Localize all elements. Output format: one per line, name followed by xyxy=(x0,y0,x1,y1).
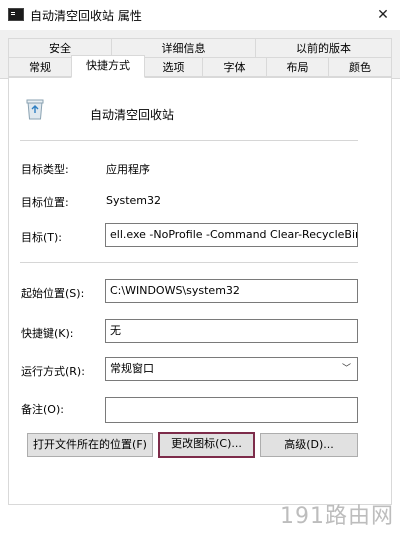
target-label: 目标(T): xyxy=(21,231,63,244)
advanced-button[interactable]: 高级(D)... xyxy=(260,433,358,457)
console-app-icon xyxy=(8,8,24,21)
target-input[interactable]: ell.exe -NoProfile -Command Clear-Recycl… xyxy=(105,223,358,247)
recycle-bin-icon xyxy=(26,99,44,120)
target-location-value: System32 xyxy=(106,194,162,207)
comment-input[interactable] xyxy=(105,397,358,423)
tab-options[interactable]: 选项 xyxy=(144,57,203,77)
watermark: 191路由网 xyxy=(280,504,394,529)
target-type-label: 目标类型: xyxy=(21,163,69,176)
window-title: 自动清空回收站 属性 xyxy=(30,9,142,23)
shortcut-name: 自动清空回收站 xyxy=(90,108,175,122)
target-location-label: 目标位置: xyxy=(21,196,69,209)
target-type-value: 应用程序 xyxy=(106,163,150,176)
run-label: 运行方式(R): xyxy=(21,365,85,378)
tab-general[interactable]: 常规 xyxy=(8,57,72,77)
hotkey-input[interactable]: 无 xyxy=(105,319,358,343)
chevron-down-icon: ﹀ xyxy=(341,364,351,374)
start-in-input[interactable]: C:\WINDOWS\system32 xyxy=(105,279,358,303)
close-button[interactable]: ✕ xyxy=(372,4,394,26)
tab-colors[interactable]: 颜色 xyxy=(328,57,392,77)
tab-strip: 安全 详细信息 以前的版本 常规 快捷方式 选项 字体 布局 颜色 xyxy=(0,30,400,79)
tab-shortcut[interactable]: 快捷方式 xyxy=(71,55,145,78)
tab-layout[interactable]: 布局 xyxy=(266,57,329,77)
start-in-label: 起始位置(S): xyxy=(21,287,85,300)
hotkey-label: 快捷键(K): xyxy=(21,327,74,340)
tab-font[interactable]: 字体 xyxy=(202,57,267,77)
divider xyxy=(20,140,358,141)
run-select-value: 常规窗口 xyxy=(110,362,154,375)
title-bar: 自动清空回收站 属性 ✕ xyxy=(0,0,400,30)
divider xyxy=(20,262,358,263)
tab-previous-versions[interactable]: 以前的版本 xyxy=(255,38,392,58)
comment-label: 备注(O): xyxy=(21,403,64,416)
open-file-location-button[interactable]: 打开文件所在的位置(F) xyxy=(27,433,153,457)
change-icon-button[interactable]: 更改图标(C)... xyxy=(158,432,255,458)
run-select[interactable]: 常规窗口 ﹀ xyxy=(105,357,358,381)
